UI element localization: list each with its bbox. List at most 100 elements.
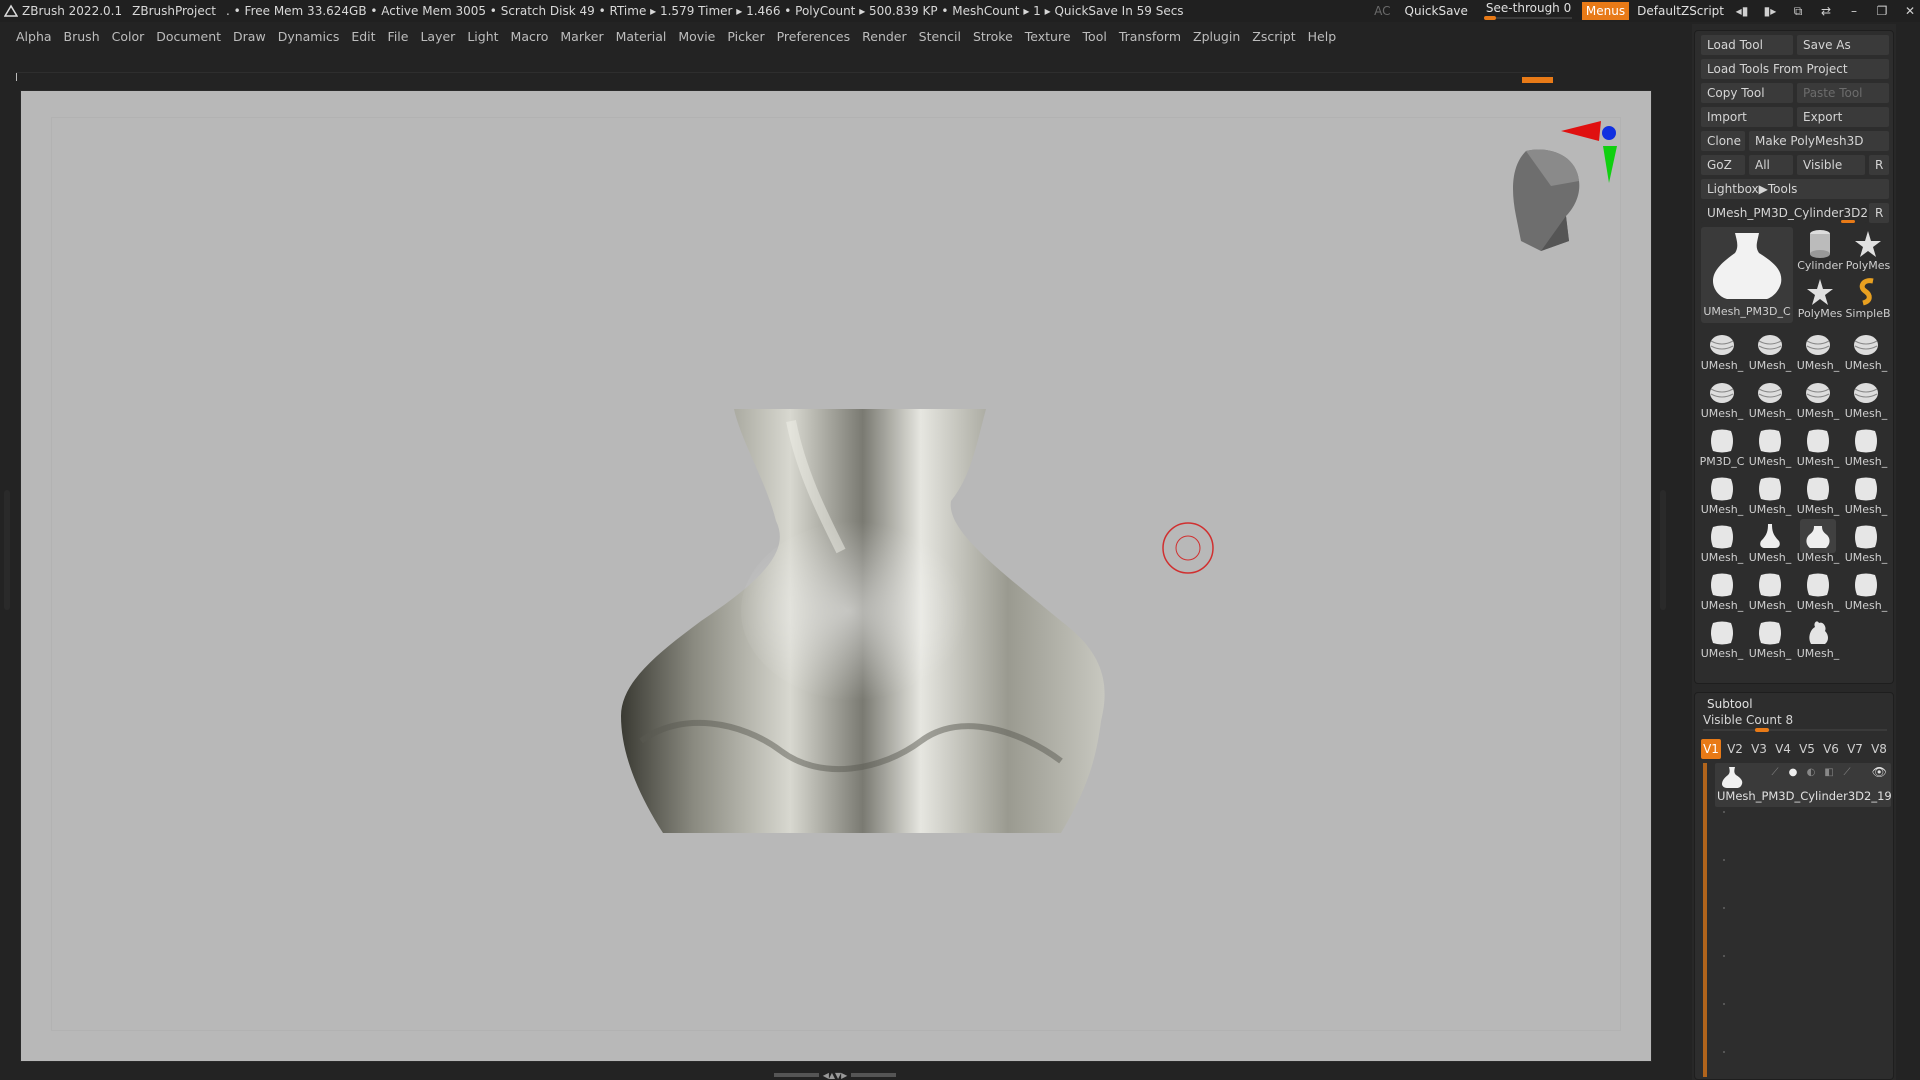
tool-thumb[interactable]: UMesh_ — [1747, 375, 1793, 423]
tool-thumb[interactable]: UMesh_ — [1795, 375, 1841, 423]
tool-thumb[interactable]: UMesh_ — [1795, 519, 1841, 567]
visibility-eye-icon[interactable]: 👁 — [1872, 765, 1887, 779]
menu-preferences[interactable]: Preferences — [777, 29, 851, 44]
goz-all-button[interactable]: All — [1749, 155, 1793, 175]
tool-thumb-simpleb[interactable]: SimpleB — [1845, 275, 1891, 323]
folder-icon[interactable]: ◧ — [1823, 767, 1835, 779]
window-swap-icon[interactable]: ⇄ — [1816, 1, 1836, 21]
tool-thumb[interactable]: UMesh_ — [1699, 471, 1745, 519]
tool-thumb[interactable]: PM3D_C — [1699, 423, 1745, 471]
ui-layout-next-icon[interactable]: ▮▸ — [1760, 1, 1780, 21]
subtool-version-v8[interactable]: V8 — [1869, 739, 1889, 759]
save-as-button[interactable]: Save As — [1797, 35, 1889, 55]
copy-tool-button[interactable]: Copy Tool — [1701, 83, 1793, 103]
menu-brush[interactable]: Brush — [64, 29, 100, 44]
tool-thumb[interactable]: UMesh_ — [1699, 327, 1745, 375]
tool-thumb[interactable]: UMesh_ — [1747, 615, 1793, 663]
paste-tool-button[interactable]: Paste Tool — [1797, 83, 1889, 103]
subtool-version-v2[interactable]: V2 — [1725, 739, 1745, 759]
tool-thumb[interactable]: UMesh_ — [1795, 567, 1841, 615]
tool-thumb[interactable]: UMesh_ — [1699, 567, 1745, 615]
document-canvas[interactable] — [20, 90, 1652, 1062]
window-layout-icon[interactable]: ⧉ — [1788, 1, 1808, 21]
subtool-version-v1[interactable]: V1 — [1701, 739, 1721, 759]
see-through-slider[interactable]: See-through 0 — [1482, 1, 1574, 21]
tool-thumb[interactable]: UMesh_ — [1843, 519, 1889, 567]
tool-thumb[interactable]: UMesh_ — [1795, 615, 1841, 663]
tool-thumb[interactable]: UMesh_ — [1747, 567, 1793, 615]
menu-light[interactable]: Light — [467, 29, 498, 44]
menu-tool[interactable]: Tool — [1083, 29, 1107, 44]
menu-picker[interactable]: Picker — [727, 29, 764, 44]
minimize-icon[interactable]: – — [1844, 1, 1864, 21]
menu-material[interactable]: Material — [616, 29, 667, 44]
menu-render[interactable]: Render — [862, 29, 907, 44]
default-zscript-button[interactable]: DefaultZScript — [1637, 4, 1724, 18]
menu-help[interactable]: Help — [1308, 29, 1337, 44]
menu-transform[interactable]: Transform — [1119, 29, 1181, 44]
load-tool-button[interactable]: Load Tool — [1701, 35, 1793, 55]
tool-thumb-cylinder[interactable]: Cylinder — [1797, 227, 1843, 275]
subtool-item[interactable]: ⟋ ● ◐ ◧ ⟋ 👁 UMesh_PM3D_Cylinder3D2_19 — [1715, 763, 1892, 807]
current-tool-thumbnail[interactable]: UMesh_PM3D_C — [1701, 227, 1793, 323]
tool-thumb[interactable]: UMesh_ — [1843, 423, 1889, 471]
goz-visible-button[interactable]: Visible — [1797, 155, 1865, 175]
close-icon[interactable]: ✕ — [1900, 1, 1920, 21]
menu-stencil[interactable]: Stencil — [919, 29, 961, 44]
menu-edit[interactable]: Edit — [351, 29, 375, 44]
current-tool-r-button[interactable]: R — [1869, 203, 1889, 223]
goz-button[interactable]: GoZ — [1701, 155, 1745, 175]
menu-document[interactable]: Document — [156, 29, 221, 44]
tool-thumb[interactable]: UMesh_ — [1795, 327, 1841, 375]
tool-thumb[interactable]: UMesh_ — [1843, 327, 1889, 375]
tool-thumb[interactable]: UMesh_ — [1843, 567, 1889, 615]
make-polymesh3d-button[interactable]: Make PolyMesh3D — [1749, 131, 1889, 151]
subtool-version-v3[interactable]: V3 — [1749, 739, 1769, 759]
menu-macro[interactable]: Macro — [511, 29, 549, 44]
tool-thumb[interactable]: UMesh_ — [1843, 471, 1889, 519]
tool-thumb[interactable]: UMesh_ — [1747, 327, 1793, 375]
subtool-title[interactable]: Subtool — [1707, 697, 1753, 711]
subtool-version-v5[interactable]: V5 — [1797, 739, 1817, 759]
clone-button[interactable]: Clone — [1701, 131, 1745, 151]
brush-mode-icon[interactable]: ⟋ — [1769, 767, 1781, 779]
import-button[interactable]: Import — [1701, 107, 1793, 127]
restore-icon[interactable]: ❐ — [1872, 1, 1892, 21]
menu-zscript[interactable]: Zscript — [1252, 29, 1295, 44]
subtool-version-v4[interactable]: V4 — [1773, 739, 1793, 759]
current-tool-slider[interactable]: UMesh_PM3D_Cylinder3D2_1 — [1701, 203, 1867, 223]
subtool-version-v7[interactable]: V7 — [1845, 739, 1865, 759]
quicksave-button[interactable]: QuickSave — [1399, 4, 1474, 18]
menus-toggle-button[interactable]: Menus — [1581, 2, 1630, 20]
menu-zplugin[interactable]: Zplugin — [1193, 29, 1240, 44]
right-tray-handle[interactable] — [1660, 490, 1666, 610]
tool-thumb-polymes[interactable]: PolyMes — [1797, 275, 1843, 323]
left-tray-handle[interactable] — [4, 490, 10, 610]
polypaint-icon[interactable]: ● — [1787, 767, 1799, 779]
tool-thumb[interactable]: UMesh_ — [1795, 471, 1841, 519]
menu-alpha[interactable]: Alpha — [16, 29, 52, 44]
goz-r-button[interactable]: R — [1869, 155, 1889, 175]
menu-color[interactable]: Color — [112, 29, 145, 44]
vase-mesh[interactable] — [621, 409, 1105, 833]
menu-dynamics[interactable]: Dynamics — [278, 29, 340, 44]
tool-thumb[interactable]: UMesh_ — [1747, 519, 1793, 567]
menu-layer[interactable]: Layer — [420, 29, 455, 44]
shelf-indicator[interactable] — [1522, 77, 1553, 83]
ui-layout-prev-icon[interactable]: ◂▮ — [1732, 1, 1752, 21]
navigation-head-gizmo[interactable] — [1513, 149, 1580, 251]
tool-thumb[interactable]: UMesh_ — [1843, 375, 1889, 423]
subtool-scrollbar[interactable] — [1703, 763, 1707, 1077]
menu-marker[interactable]: Marker — [560, 29, 603, 44]
tool-thumb[interactable]: UMesh_ — [1699, 519, 1745, 567]
tool-thumb[interactable]: UMesh_ — [1795, 423, 1841, 471]
tag-icon[interactable]: ⟋ — [1841, 767, 1853, 779]
tool-thumb[interactable]: UMesh_ — [1747, 471, 1793, 519]
tool-thumb[interactable]: UMesh_ — [1747, 423, 1793, 471]
export-button[interactable]: Export — [1797, 107, 1889, 127]
tool-thumb[interactable]: UMesh_ — [1699, 615, 1745, 663]
menu-file[interactable]: File — [388, 29, 409, 44]
load-tools-from-project-button[interactable]: Load Tools From Project — [1701, 59, 1889, 79]
dynamic-subdiv-icon[interactable]: ◐ — [1805, 767, 1817, 779]
visible-count-slider[interactable]: Visible Count 8 — [1701, 713, 1889, 732]
